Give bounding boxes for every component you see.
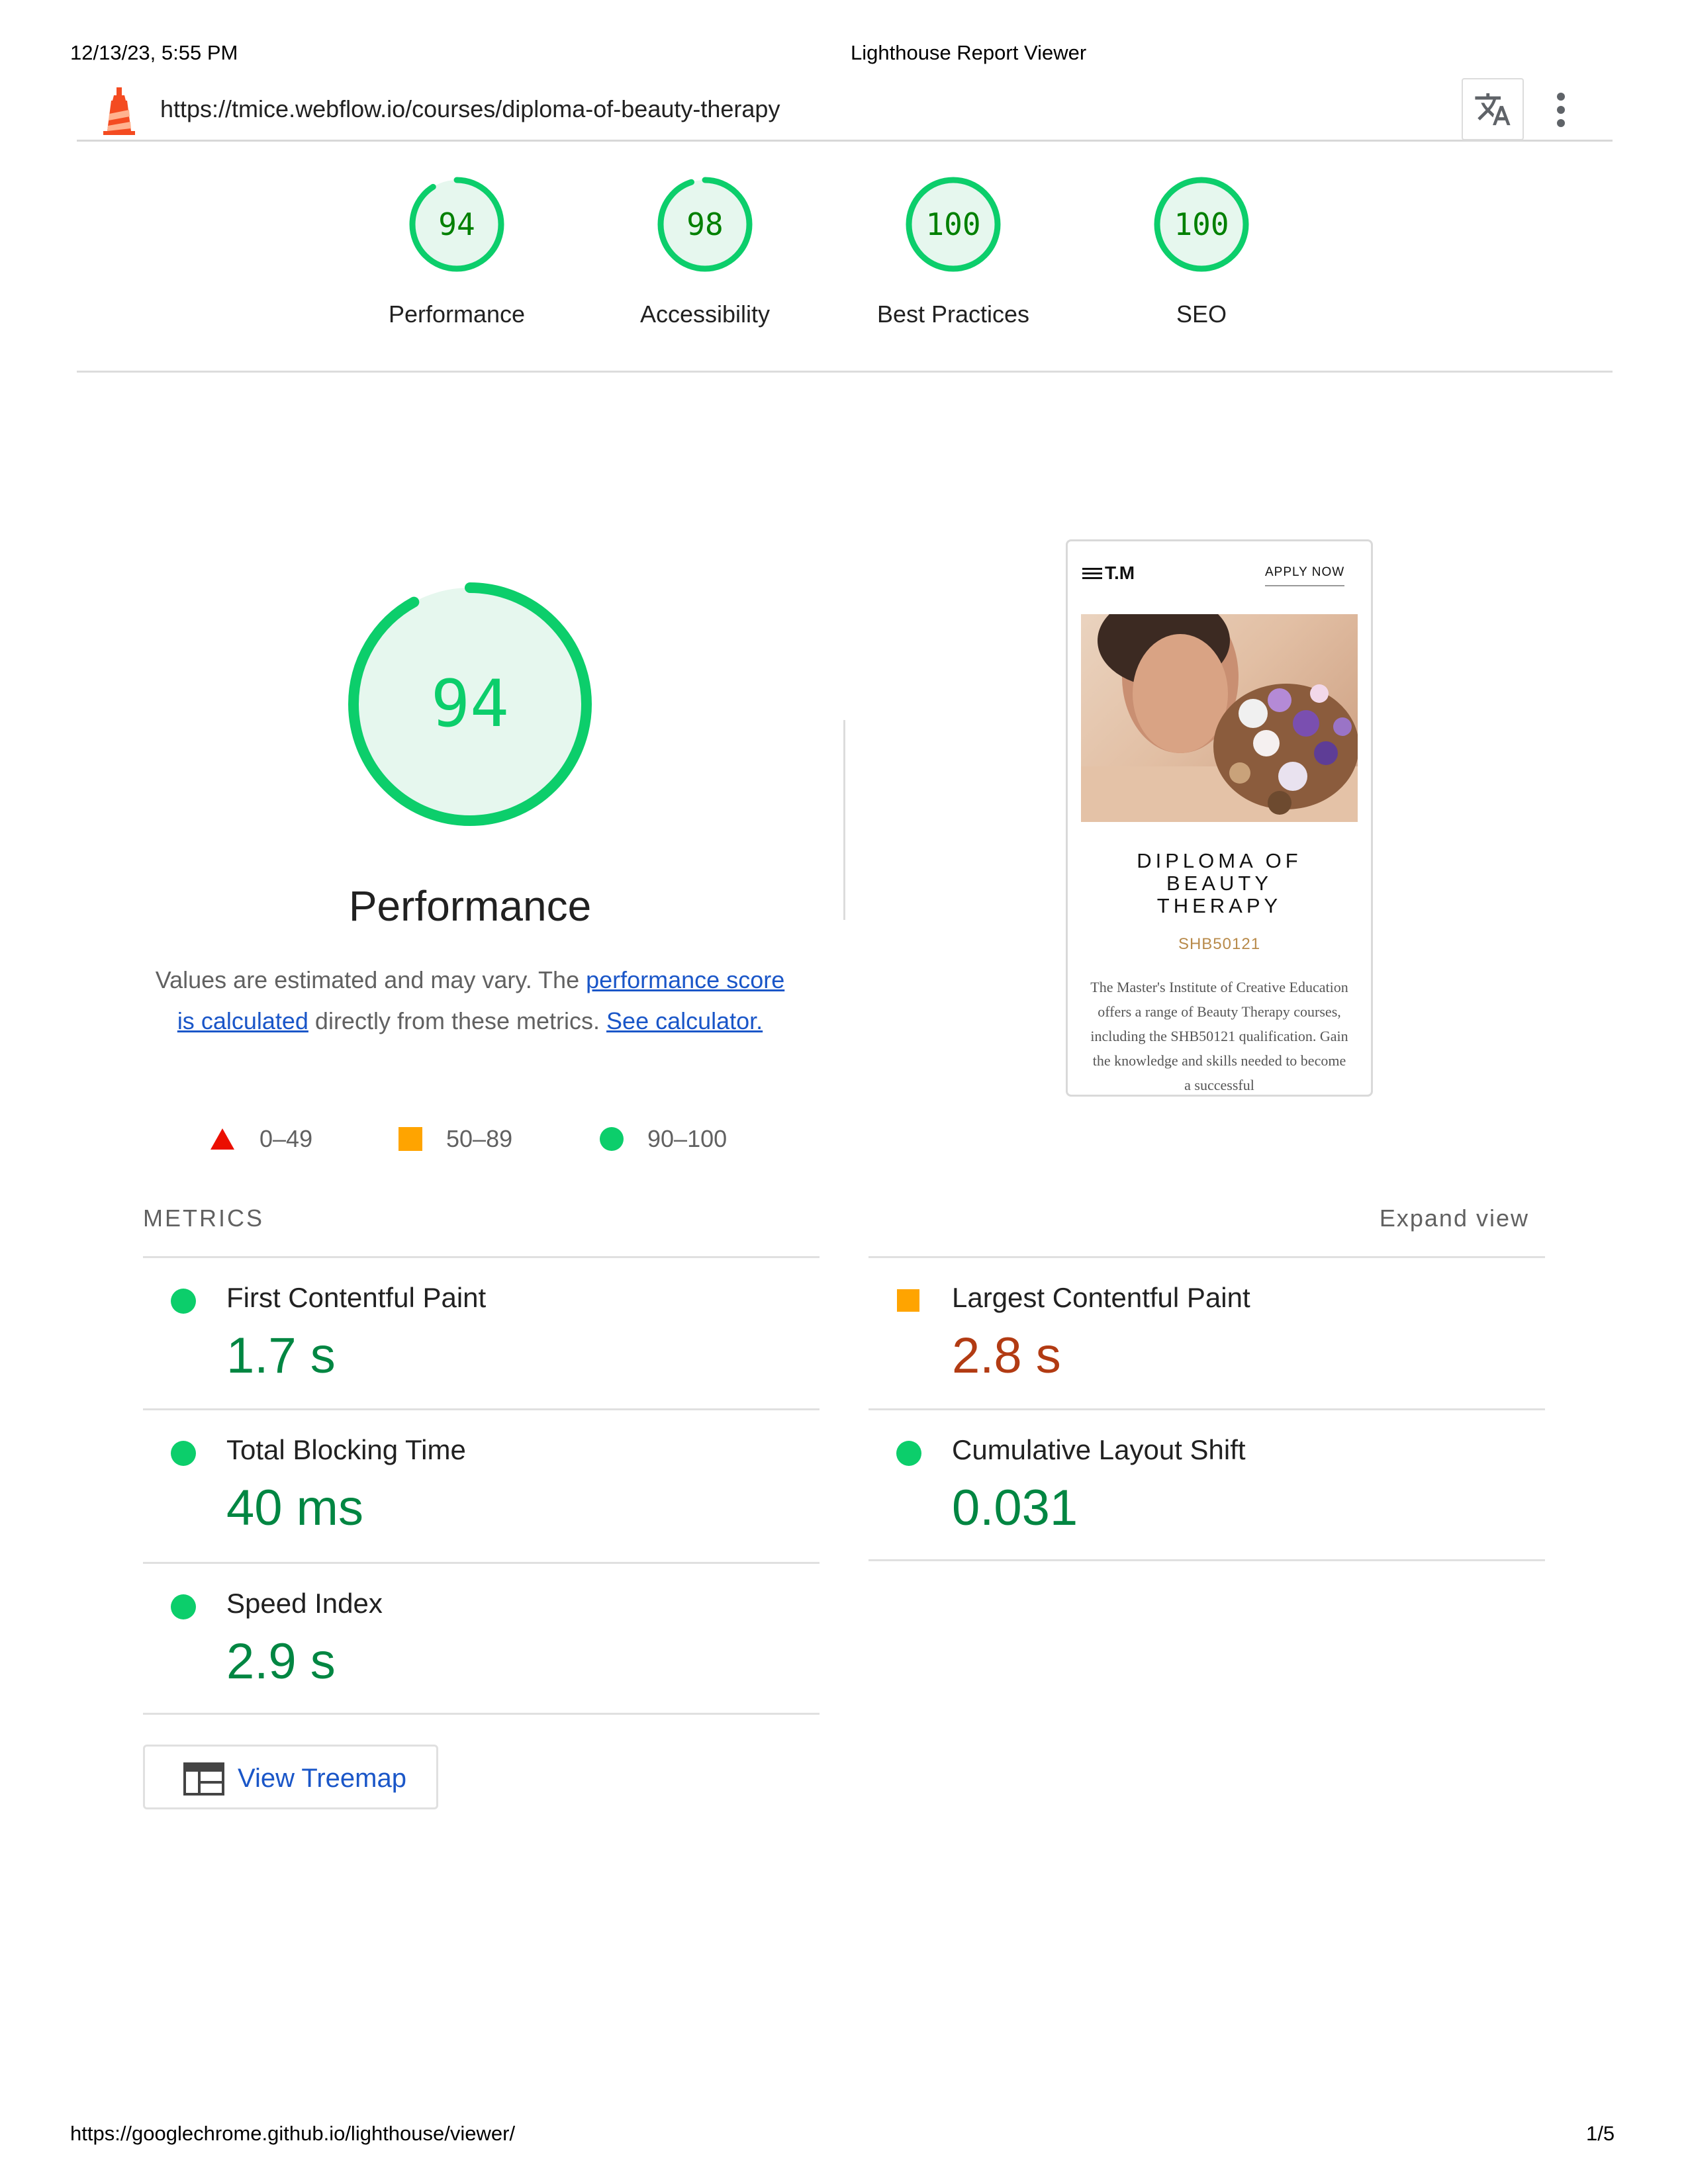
metric-value: 2.9 s [226, 1633, 336, 1690]
legend-fail: 0–49 [209, 1125, 312, 1153]
view-treemap-label: View Treemap [238, 1764, 406, 1793]
print-datetime: 12/13/23, 5:55 PM [70, 41, 238, 64]
ss-title: DIPLOMA OF BEAUTY THERAPY [1068, 850, 1371, 917]
performance-score: 94 [430, 666, 509, 742]
gauge-score: 98 [686, 206, 724, 242]
metric-value: 0.031 [952, 1480, 1078, 1536]
metric-cumulative-layout-shift: Cumulative Layout Shift 0.031 [868, 1408, 1545, 1561]
metric-value: 40 ms [226, 1480, 363, 1536]
performance-gauge-large: 94 [344, 578, 596, 830]
summary-divider [77, 371, 1613, 373]
ss-body-text: The Master's Institute of Creative Educa… [1082, 975, 1356, 1095]
metric-label: First Contentful Paint [226, 1282, 487, 1313]
pass-circle-icon [896, 1441, 921, 1466]
pass-circle-icon [171, 1441, 196, 1466]
gauge-label: Performance [388, 300, 526, 328]
ss-apply-now: APPLY NOW [1265, 565, 1345, 586]
performance-title: Performance [348, 882, 592, 930]
gauge-score: 100 [1174, 206, 1229, 242]
gauge-label: Best Practices [876, 300, 1030, 328]
gauge-accessibility[interactable]: 98 Accessibility [606, 171, 804, 330]
ss-title-line: DIPLOMA OF [1137, 849, 1302, 872]
gauge-score: 100 [925, 206, 981, 242]
ss-title-line: BEAUTY [1166, 872, 1273, 895]
metric-label: Cumulative Layout Shift [952, 1434, 1246, 1465]
ss-body-line: offers a range of Beauty Therapy courses… [1098, 1003, 1341, 1020]
ss-body-line: the knowledge and skills needed to becom… [1092, 1052, 1346, 1069]
report-url[interactable]: https://tmice.webflow.io/courses/diploma… [160, 95, 780, 123]
gauge-label: Accessibility [639, 300, 771, 328]
ss-body-line: including the SHB50121 qualification. Ga… [1090, 1028, 1348, 1044]
vertical-divider [843, 720, 845, 920]
ss-body-line: The Master's Institute of Creative Educa… [1090, 979, 1348, 995]
metrics-divider [868, 1559, 1545, 1561]
hamburger-icon [1082, 564, 1102, 585]
metric-value: 2.8 s [952, 1328, 1061, 1384]
view-treemap-button[interactable]: View Treemap [143, 1745, 438, 1809]
ss-hero-photo [1081, 614, 1358, 822]
ss-course-code: SHB50121 [1178, 935, 1261, 953]
legend-average-range: 50–89 [446, 1125, 513, 1152]
triangle-icon [211, 1128, 234, 1150]
print-page-title: Lighthouse Report Viewer [851, 41, 1087, 64]
ss-title-line: THERAPY [1156, 894, 1282, 917]
square-icon [399, 1127, 422, 1151]
see-calculator-link[interactable]: See calculator. [606, 1007, 763, 1034]
metric-label: Speed Index [226, 1588, 383, 1619]
metric-speed-index: Speed Index 2.9 s [143, 1562, 820, 1714]
metrics-divider [143, 1713, 820, 1715]
gauge-label: SEO [1176, 300, 1227, 328]
metric-total-blocking-time: Total Blocking Time 40 ms [143, 1408, 820, 1561]
desc-text: Values are estimated and may vary. The [155, 966, 586, 993]
metric-label: Total Blocking Time [226, 1434, 466, 1465]
ss-logo: T.M [1082, 563, 1135, 585]
expand-view-toggle[interactable]: Expand view [1380, 1205, 1529, 1232]
more-vert-icon[interactable] [1542, 90, 1579, 130]
ss-body-line: a successful [1184, 1077, 1254, 1093]
legend-pass: 90–100 [600, 1125, 727, 1153]
report-topbar: https://tmice.webflow.io/courses/diploma… [77, 77, 1613, 142]
pass-circle-icon [171, 1289, 196, 1314]
treemap-icon [183, 1762, 224, 1796]
desc-text: directly from these metrics. [308, 1007, 607, 1034]
performance-description: Values are estimated and may vary. The p… [152, 960, 788, 1042]
final-screenshot[interactable]: T.M APPLY NOW DIPLOMA OF BEAUTY THERAPY … [1066, 539, 1373, 1097]
gauge-performance[interactable]: 94 Performance [357, 171, 556, 330]
legend-fail-range: 0–49 [259, 1125, 313, 1152]
category-summary: 94 Performance 98 Accessibility 100 Best… [357, 171, 1350, 330]
print-footer-url: https://googlechrome.github.io/lighthous… [70, 2122, 516, 2145]
translate-button[interactable] [1462, 78, 1524, 140]
legend-average: 50–89 [399, 1125, 512, 1153]
metric-first-contentful-paint: First Contentful Paint 1.7 s [143, 1256, 820, 1408]
metrics-header: METRICS [143, 1205, 264, 1232]
gauge-score: 94 [438, 206, 475, 242]
metric-largest-contentful-paint: Largest Contentful Paint 2.8 s [868, 1256, 1545, 1408]
gauge-best-practices[interactable]: 100 Best Practices [854, 171, 1053, 330]
gauge-seo[interactable]: 100 SEO [1102, 171, 1301, 330]
lighthouse-logo-icon [101, 85, 138, 135]
legend-pass-range: 90–100 [647, 1125, 727, 1152]
ss-logo-text: T.M [1105, 563, 1135, 583]
translate-icon [1475, 93, 1511, 126]
metric-value: 1.7 s [226, 1328, 336, 1384]
metric-label: Largest Contentful Paint [952, 1282, 1250, 1313]
print-page-number: 1/5 [1586, 2122, 1615, 2145]
circle-icon [600, 1127, 624, 1151]
pass-circle-icon [171, 1594, 196, 1619]
average-square-icon [897, 1289, 919, 1312]
